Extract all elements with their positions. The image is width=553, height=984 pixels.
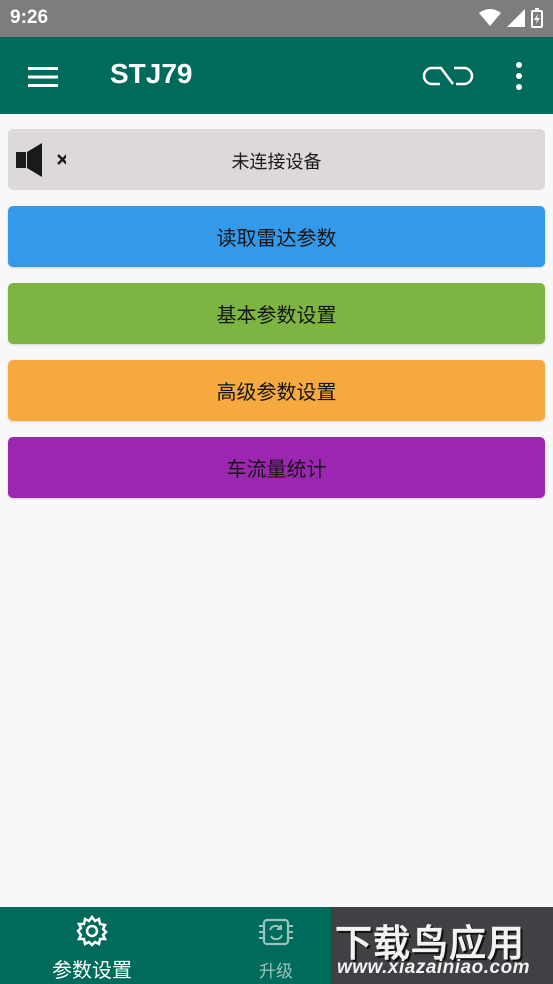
chip-update-icon: [259, 918, 293, 946]
battery-icon: [531, 8, 543, 28]
status-icons: [479, 8, 543, 28]
traffic-statistics-button[interactable]: 车流量统计: [8, 437, 545, 498]
app-bar: STJ79: [0, 37, 553, 114]
connection-status-text: 未连接设备: [231, 152, 322, 173]
connection-status-panel: 未连接设备: [8, 129, 545, 190]
link-icon[interactable]: [422, 65, 474, 87]
nav-item-params-settings[interactable]: 参数设置: [0, 907, 184, 984]
status-time: 9:26: [10, 7, 49, 28]
advanced-params-settings-button[interactable]: 高级参数设置: [8, 360, 545, 421]
watermark-logo: 下载鸟应用 www.xiazainiao.com: [331, 907, 553, 984]
nav-label-params-settings: 参数设置: [52, 958, 132, 982]
main-content: 未连接设备 读取雷达参数 基本参数设置 高级参数设置 车流量统计: [8, 129, 545, 498]
status-bar: 9:26: [0, 0, 553, 37]
signal-icon: [507, 9, 525, 27]
more-vert-icon[interactable]: [512, 61, 526, 91]
wifi-icon: [479, 9, 501, 26]
hamburger-menu-icon[interactable]: [26, 65, 60, 89]
app-title: STJ79: [110, 58, 193, 89]
watermark-url: www.xiazainiao.com: [337, 957, 531, 978]
gear-icon: [76, 914, 108, 947]
basic-params-settings-button[interactable]: 基本参数设置: [8, 283, 545, 344]
read-radar-params-button[interactable]: 读取雷达参数: [8, 206, 545, 267]
